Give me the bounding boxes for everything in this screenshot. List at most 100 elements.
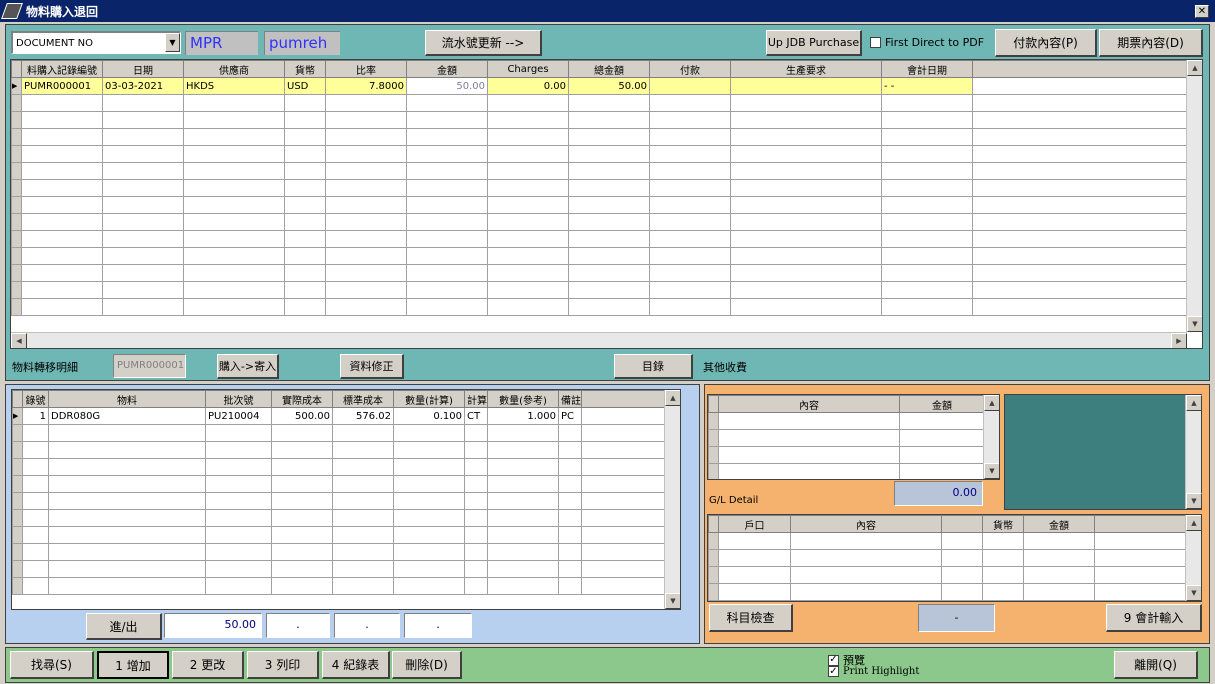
table-cell[interactable] [649, 281, 731, 299]
table-cell[interactable] [332, 441, 394, 459]
table-cell[interactable] [972, 111, 1188, 129]
table-cell[interactable] [22, 492, 49, 510]
scroll-down-icon[interactable]: ▼ [1187, 316, 1202, 332]
table-cell[interactable] [558, 560, 582, 578]
table-cell[interactable] [21, 145, 103, 163]
table-cell[interactable] [464, 577, 488, 595]
table-cell[interactable] [730, 94, 882, 112]
table-cell[interactable] [205, 526, 272, 544]
table-cell[interactable] [205, 577, 272, 595]
table-cell[interactable] [284, 196, 326, 214]
table-cell[interactable] [1023, 532, 1095, 550]
table-cell[interactable] [558, 458, 582, 476]
table-cell[interactable] [1023, 583, 1095, 601]
table-cell[interactable] [284, 281, 326, 299]
scroll-up-icon[interactable]: ▲ [1187, 60, 1202, 76]
row-indicator[interactable] [12, 560, 23, 578]
table-cell[interactable] [183, 128, 285, 146]
catalog-button[interactable]: 目錄 [614, 354, 693, 379]
table-row[interactable] [11, 196, 1188, 214]
table-cell[interactable] [393, 543, 465, 561]
table-cell[interactable] [881, 247, 973, 265]
table-cell[interactable] [271, 509, 333, 527]
table-cell[interactable] [205, 441, 272, 459]
table-cell[interactable] [881, 111, 973, 129]
table-cell[interactable] [183, 264, 285, 282]
account-check-button[interactable]: 科目檢查 [709, 604, 793, 632]
table-cell[interactable] [48, 458, 206, 476]
table-cell[interactable] [332, 543, 394, 561]
table-cell[interactable] [730, 230, 882, 248]
row-indicator[interactable] [708, 412, 719, 430]
delete-button[interactable]: 刪除(D) [392, 651, 462, 679]
table-cell[interactable] [881, 145, 973, 163]
row-indicator[interactable] [12, 543, 23, 561]
table-cell[interactable] [487, 128, 569, 146]
table-cell[interactable] [22, 458, 49, 476]
table-cell[interactable] [464, 526, 488, 544]
table-cell[interactable] [205, 458, 272, 476]
table-cell[interactable] [487, 281, 569, 299]
table-cell[interactable]: 50.00 [406, 77, 488, 95]
table-cell[interactable] [568, 281, 650, 299]
row-indicator[interactable] [11, 264, 22, 282]
table-cell[interactable] [21, 230, 103, 248]
table-cell[interactable] [406, 247, 488, 265]
table-cell[interactable] [972, 128, 1188, 146]
table-cell[interactable] [406, 111, 488, 129]
table-cell[interactable] [205, 509, 272, 527]
table-cell[interactable] [48, 424, 206, 442]
table-cell[interactable] [581, 577, 666, 595]
table-cell[interactable] [730, 111, 882, 129]
checkmark-icon[interactable]: ✓ [828, 666, 839, 677]
table-cell[interactable] [325, 111, 407, 129]
table-cell[interactable] [406, 162, 488, 180]
table-cell[interactable] [881, 128, 973, 146]
table-cell[interactable] [332, 526, 394, 544]
table-cell[interactable] [730, 145, 882, 163]
table-cell[interactable] [271, 543, 333, 561]
table-cell[interactable] [284, 230, 326, 248]
exit-button[interactable]: 離開(Q) [1114, 651, 1198, 679]
table-cell[interactable] [325, 196, 407, 214]
table-cell[interactable] [102, 179, 184, 197]
table-cell[interactable] [790, 532, 942, 550]
row-indicator[interactable] [11, 128, 22, 146]
table-cell[interactable] [487, 475, 559, 493]
table-cell[interactable] [487, 298, 569, 316]
table-cell[interactable] [487, 94, 569, 112]
table-cell[interactable] [393, 509, 465, 527]
table-cell[interactable] [730, 77, 882, 95]
table-cell[interactable] [284, 111, 326, 129]
row-indicator[interactable] [11, 230, 22, 248]
print-highlight-checkbox[interactable]: ✓ Print Highlight [828, 666, 919, 677]
table-cell[interactable] [102, 128, 184, 146]
table-cell[interactable] [558, 424, 582, 442]
table-cell[interactable] [718, 463, 900, 479]
table-cell[interactable] [581, 407, 666, 425]
row-indicator[interactable] [12, 509, 23, 527]
table-cell[interactable] [48, 526, 206, 544]
table-cell[interactable] [21, 111, 103, 129]
table-cell[interactable] [332, 560, 394, 578]
table-cell[interactable] [730, 298, 882, 316]
table-cell[interactable] [102, 247, 184, 265]
table-cell[interactable] [487, 196, 569, 214]
table-cell[interactable] [102, 213, 184, 231]
table-cell[interactable] [464, 458, 488, 476]
table-cell[interactable] [406, 213, 488, 231]
table-cell[interactable] [406, 179, 488, 197]
table-cell[interactable] [568, 145, 650, 163]
table-cell[interactable] [718, 566, 791, 584]
table-row[interactable] [11, 230, 1188, 248]
table-cell[interactable] [102, 94, 184, 112]
table-cell[interactable] [21, 196, 103, 214]
table-cell[interactable] [487, 526, 559, 544]
table-cell[interactable] [790, 583, 942, 601]
scroll-up-icon[interactable]: ▲ [665, 390, 680, 406]
table-cell[interactable] [487, 264, 569, 282]
table-cell[interactable] [718, 412, 900, 430]
row-indicator[interactable] [12, 475, 23, 493]
table-cell[interactable] [487, 543, 559, 561]
table-row[interactable] [11, 179, 1188, 197]
